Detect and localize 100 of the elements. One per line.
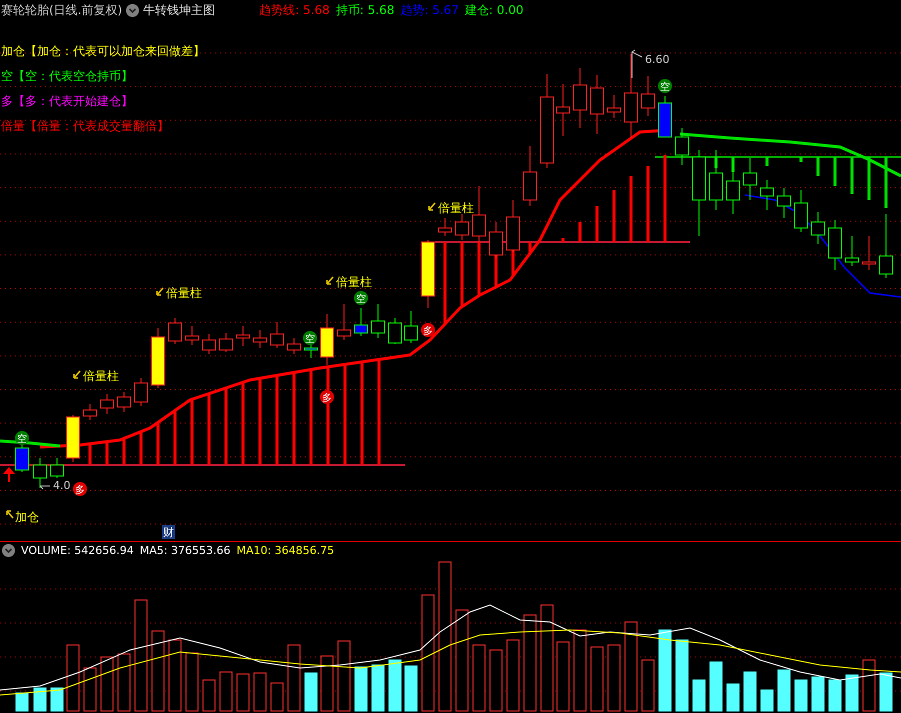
candlestick <box>862 236 876 270</box>
volume-bar <box>590 646 604 712</box>
double-volume-label: 倍量柱 <box>83 369 119 383</box>
candlestick <box>675 128 689 166</box>
volume-bar <box>50 688 64 712</box>
signal-bar <box>174 410 176 465</box>
signal-bar <box>156 422 160 465</box>
candlestick <box>760 180 774 210</box>
signal-bar <box>140 432 142 465</box>
volume-bar <box>34 688 46 712</box>
stock-title: 赛轮轮胎(日线.前复权) <box>1 2 122 18</box>
volume-bar <box>288 644 300 712</box>
candlestick <box>236 326 250 346</box>
candlestick <box>556 84 570 136</box>
candlestick <box>726 160 740 214</box>
double-volume-label: 倍量柱 <box>166 286 202 300</box>
candlestick <box>33 458 47 488</box>
empty-signal-marker: 空 <box>15 431 29 445</box>
news-badge[interactable]: 财 <box>162 525 175 539</box>
candlestick <box>185 326 199 346</box>
signal-bar <box>122 438 126 465</box>
volume-reading: VOLUME: 542656.94 <box>21 544 134 557</box>
add-position-label: 加仓 <box>15 510 39 524</box>
volume-bar <box>506 640 520 712</box>
volume-bar <box>118 654 130 712</box>
volume-bar <box>168 640 182 712</box>
candlestick <box>489 222 503 258</box>
volume-bar <box>710 662 722 712</box>
signal-bar <box>208 394 210 465</box>
candlestick <box>404 310 418 344</box>
candlestick <box>151 328 165 388</box>
volume-reading: MA5: 376553.66 <box>140 544 230 557</box>
candlestick <box>777 188 791 218</box>
candlestick <box>168 318 182 344</box>
candlestick <box>794 190 808 232</box>
low-price-label: 4.0 <box>53 479 70 492</box>
arrow-icon <box>156 287 164 296</box>
volume-bar <box>726 684 740 712</box>
signal-bar <box>460 242 464 307</box>
volume-bar <box>490 650 502 712</box>
candlestick <box>573 68 587 128</box>
volume-bar <box>186 652 198 712</box>
empty-signal-marker: 空 <box>354 291 368 305</box>
double-volume-label: 倍量柱 <box>336 275 372 289</box>
volume-reading: MA10: 364856.75 <box>236 544 334 557</box>
candlestick <box>134 378 148 406</box>
long-signal-marker: 多 <box>320 390 334 404</box>
signal-bar <box>612 190 616 242</box>
volume-bar <box>16 692 28 712</box>
up-arrow-icon <box>3 467 15 482</box>
volume-bar <box>828 680 842 712</box>
indicator-reading: 趋势: 5.67 <box>400 2 459 18</box>
candlestick <box>828 220 842 270</box>
volume-bar <box>642 660 654 712</box>
volume-bar <box>100 656 114 712</box>
candlestick <box>455 214 469 240</box>
candlestick <box>879 214 893 278</box>
volume-bar <box>794 680 808 712</box>
candlestick <box>117 392 131 412</box>
volume-bar <box>388 660 402 712</box>
volume-bar <box>270 682 284 712</box>
dropdown-icon[interactable] <box>2 544 15 557</box>
candlestick <box>253 330 267 348</box>
volume-bar <box>202 680 216 712</box>
candlestick <box>506 200 520 252</box>
arrow-icon <box>326 276 334 285</box>
volume-bar <box>304 672 318 712</box>
candlestick <box>590 74 604 134</box>
signal-bar <box>528 242 532 254</box>
candlestick <box>354 308 368 336</box>
volume-bar <box>84 668 96 712</box>
indicator-name[interactable]: 牛转钱坤主图 <box>143 2 216 18</box>
signal-bar <box>478 242 480 296</box>
candlestick <box>523 146 537 206</box>
candlestick <box>472 186 486 242</box>
candlestick <box>219 332 233 352</box>
candlestick <box>811 212 825 244</box>
dropdown-icon[interactable] <box>126 4 140 16</box>
legend-text: 倍量【倍量：代表成交量翻倍】 <box>1 119 170 134</box>
candlestick <box>287 338 301 354</box>
candlestick <box>320 314 334 366</box>
long-signal-marker: 多 <box>421 323 435 337</box>
volume-bar <box>66 644 80 712</box>
signal-bar <box>562 238 564 242</box>
signal-bar <box>578 222 582 242</box>
candlestick <box>421 240 435 308</box>
arrow-icon <box>73 370 81 379</box>
candlestick <box>845 236 859 266</box>
signal-bar <box>106 442 108 465</box>
legend-text: 空【空：代表空仓持币】 <box>1 69 134 84</box>
volume-bar <box>692 680 706 712</box>
volume-bar <box>220 672 232 712</box>
arrow-icon <box>428 202 436 211</box>
signal-bar <box>630 176 632 242</box>
candlestick <box>709 150 723 210</box>
signal-bar <box>596 206 598 242</box>
legend-text: 多【多：代表开始建仓】 <box>1 94 134 109</box>
legend-text: 加仓【加仓：代表可以加仓来回做差】 <box>1 44 205 59</box>
volume-bar <box>254 672 266 712</box>
volume-bar <box>880 672 892 712</box>
